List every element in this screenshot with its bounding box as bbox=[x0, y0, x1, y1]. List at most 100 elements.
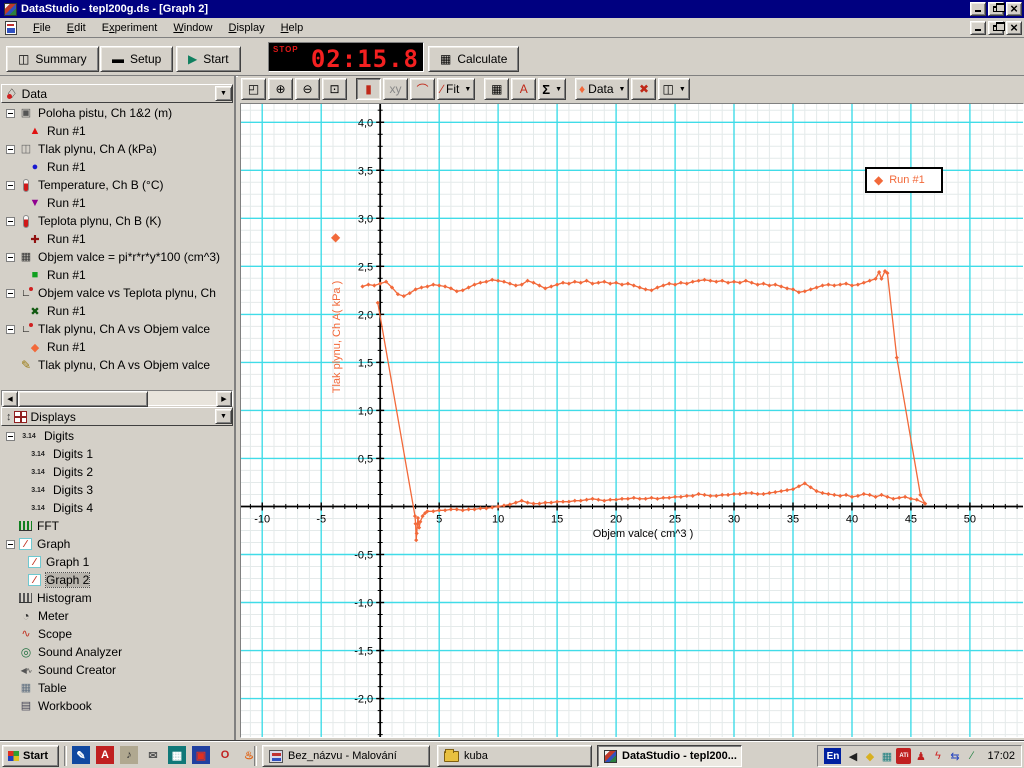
sync-tray-icon[interactable]: ⇆ bbox=[947, 748, 962, 764]
menu-display[interactable]: Display bbox=[221, 20, 273, 36]
displays-panel-dropdown-button[interactable]: ▼ bbox=[215, 409, 232, 424]
display-item-graph[interactable]: ∕ Graph bbox=[2, 535, 232, 553]
xy-tool-button[interactable]: xy bbox=[383, 78, 408, 100]
child-minimize-button[interactable] bbox=[970, 20, 986, 35]
collapse-box-icon[interactable] bbox=[6, 180, 15, 190]
fit-dropdown[interactable]: ∕ Fit ▼ bbox=[437, 78, 476, 100]
settings-dropdown[interactable]: ◫ ▼ bbox=[658, 78, 690, 100]
run-item[interactable]: ▼ Run #1 bbox=[2, 194, 232, 212]
statistics-dropdown[interactable]: Σ ▼ bbox=[538, 78, 567, 100]
display-item-workbook[interactable]: ▤ Workbook bbox=[2, 697, 232, 715]
calculate-button[interactable]: ▦ Calculate bbox=[428, 46, 520, 72]
display-item-digits-2[interactable]: 3.14 Digits 2 bbox=[2, 463, 232, 481]
pen-tray-icon[interactable]: ∕ bbox=[964, 748, 979, 764]
display-item-sound-creator[interactable]: ◀∿ Sound Creator bbox=[2, 661, 232, 679]
display-item-histogram[interactable]: Histogram bbox=[2, 589, 232, 607]
menu-help[interactable]: Help bbox=[273, 20, 312, 36]
zoom-select-button[interactable]: ⊡ bbox=[322, 78, 347, 100]
delete-button[interactable]: ✖ bbox=[631, 78, 657, 100]
display-item-scope[interactable]: ∿ Scope bbox=[2, 625, 232, 643]
diamond-tool-tray-icon[interactable]: ◆ bbox=[862, 748, 877, 764]
clock[interactable]: 17:02 bbox=[987, 750, 1015, 762]
scale-to-fit-button[interactable]: ◰ bbox=[241, 78, 266, 100]
agent-tray-icon[interactable]: ♟ bbox=[913, 748, 928, 764]
task-button-paint[interactable]: Bez_názvu - Malování bbox=[262, 745, 430, 767]
smart-tool-button[interactable]: ▮ bbox=[356, 78, 381, 100]
collapse-box-icon[interactable] bbox=[6, 216, 15, 226]
scroll-left-button[interactable]: ◀ bbox=[2, 391, 18, 407]
menu-experiment[interactable]: Experiment bbox=[94, 20, 166, 36]
menu-file[interactable]: File bbox=[25, 20, 59, 36]
display-item-digits-1[interactable]: 3.14 Digits 1 bbox=[2, 445, 232, 463]
splitter-icon[interactable]: ↕ bbox=[6, 411, 12, 423]
display-item-graph-2[interactable]: ∕ Graph 2 bbox=[2, 571, 232, 589]
legend[interactable]: ◆ Run #1 bbox=[865, 167, 943, 193]
display-item-digits[interactable]: 3.14 Digits bbox=[2, 427, 232, 445]
collapse-box-icon[interactable] bbox=[6, 288, 15, 298]
zoom-out-button[interactable]: ⊖ bbox=[295, 78, 320, 100]
calculate-tool-button[interactable]: ▦ bbox=[484, 78, 510, 100]
summary-button[interactable]: ◫ Summary bbox=[6, 46, 99, 72]
keyboard-layout-indicator[interactable]: En bbox=[824, 748, 842, 764]
display-item-graph-1[interactable]: ∕ Graph 1 bbox=[2, 553, 232, 571]
start-menu-button[interactable]: Start bbox=[2, 745, 59, 767]
collapse-box-icon[interactable] bbox=[6, 431, 15, 441]
acrobat-icon[interactable]: A bbox=[96, 746, 114, 764]
tree-item-thermometer[interactable]: Teplota plynu, Ch B (K) bbox=[2, 212, 232, 230]
ati-tray-icon[interactable]: ATi bbox=[896, 748, 912, 764]
slope-tool-button[interactable]: ⌒ bbox=[410, 78, 435, 100]
tree-item-motion-sensor[interactable]: ▣ Poloha pistu, Ch 1&2 (m) bbox=[2, 104, 232, 122]
media-player-icon[interactable]: ♪ bbox=[120, 746, 138, 764]
scheduler-tray-icon[interactable]: ▦ bbox=[879, 748, 894, 764]
mail-icon[interactable]: ✉ bbox=[144, 746, 162, 764]
menu-window[interactable]: Window bbox=[165, 20, 220, 36]
run-item[interactable]: ◆ Run #1 bbox=[2, 338, 232, 356]
tree-item-xy-plot[interactable]: ∟ Tlak plynu, Ch A vs Objem valce bbox=[2, 320, 232, 338]
tree-item-pencil[interactable]: ✎ Tlak plynu, Ch A vs Objem valce bbox=[2, 356, 232, 374]
run-item[interactable]: ▲ Run #1 bbox=[2, 122, 232, 140]
tree-item-thermometer[interactable]: Temperature, Ch B (°C) bbox=[2, 176, 232, 194]
tree-item-xy-plot[interactable]: ∟ Objem valce vs Teplota plynu, Ch bbox=[2, 284, 232, 302]
wordpad-icon[interactable]: ✎ bbox=[72, 746, 90, 764]
volume-tray-icon[interactable]: ◀ bbox=[845, 748, 860, 764]
dragon-app-icon[interactable]: ▣ bbox=[192, 746, 210, 764]
data-panel-dropdown-button[interactable]: ▼ bbox=[215, 86, 232, 101]
collapse-box-icon[interactable] bbox=[6, 108, 15, 118]
calculator-app-icon[interactable]: ▦ bbox=[168, 746, 186, 764]
display-item-fft[interactable]: FFT bbox=[2, 517, 232, 535]
menu-edit[interactable]: Edit bbox=[59, 20, 94, 36]
display-item-digits-4[interactable]: 3.14 Digits 4 bbox=[2, 499, 232, 517]
minimize-button[interactable] bbox=[970, 2, 986, 16]
display-item-table[interactable]: ▦ Table bbox=[2, 679, 232, 697]
display-item-sound-analyzer[interactable]: ◎ Sound Analyzer bbox=[2, 643, 232, 661]
graph-plot[interactable]: -10 -5 5 10 15 20 25 30 35 40 45 50 4,0 3,5 3,0 2,5 2,0 1… bbox=[241, 104, 1023, 737]
display-item-digits-3[interactable]: 3.14 Digits 3 bbox=[2, 481, 232, 499]
tree-item-calculator[interactable]: ▦ Objem valce = pi*r*r*y*100 (cm^3) bbox=[2, 248, 232, 266]
run-item[interactable]: ✚ Run #1 bbox=[2, 230, 232, 248]
displays-panel-header[interactable]: ↕ Displays ▼ bbox=[1, 407, 233, 426]
zoom-in-button[interactable]: ⊕ bbox=[268, 78, 293, 100]
child-restore-button[interactable] bbox=[988, 20, 1005, 35]
child-close-button[interactable] bbox=[1006, 20, 1022, 35]
data-tree-hscrollbar[interactable]: ◀ ▶ bbox=[1, 390, 233, 407]
run-item[interactable]: ✖ Run #1 bbox=[2, 302, 232, 320]
collapse-box-icon[interactable] bbox=[6, 539, 15, 549]
graph-plot-area[interactable]: -10 -5 5 10 15 20 25 30 35 40 45 50 4,0 3,5 3,0 2,5 2,0 1… bbox=[240, 103, 1024, 738]
collapse-box-icon[interactable] bbox=[6, 144, 15, 154]
data-dropdown[interactable]: ♦ Data ▼ bbox=[575, 78, 630, 100]
setup-button[interactable]: ▬ Setup bbox=[100, 46, 174, 72]
display-item-meter[interactable]: ◔ Meter bbox=[2, 607, 232, 625]
data-panel-header[interactable]: ♢ Data ▼ bbox=[1, 84, 233, 103]
collapse-box-icon[interactable] bbox=[6, 324, 15, 334]
opera-icon[interactable]: O bbox=[216, 746, 234, 764]
run-item[interactable]: ■ Run #1 bbox=[2, 266, 232, 284]
power-tray-icon[interactable]: ϟ bbox=[930, 748, 945, 764]
run-item[interactable]: ● Run #1 bbox=[2, 158, 232, 176]
task-button-datastudio[interactable]: DataStudio - tepl200... bbox=[597, 745, 742, 767]
scroll-right-button[interactable]: ▶ bbox=[216, 391, 232, 407]
restore-button[interactable] bbox=[988, 2, 1005, 16]
text-tool-button[interactable]: A bbox=[511, 78, 537, 100]
close-button[interactable] bbox=[1006, 2, 1022, 16]
tree-item-pressure-sensor[interactable]: ◫ Tlak plynu, Ch A (kPa) bbox=[2, 140, 232, 158]
task-button-folder[interactable]: kuba bbox=[437, 745, 592, 767]
